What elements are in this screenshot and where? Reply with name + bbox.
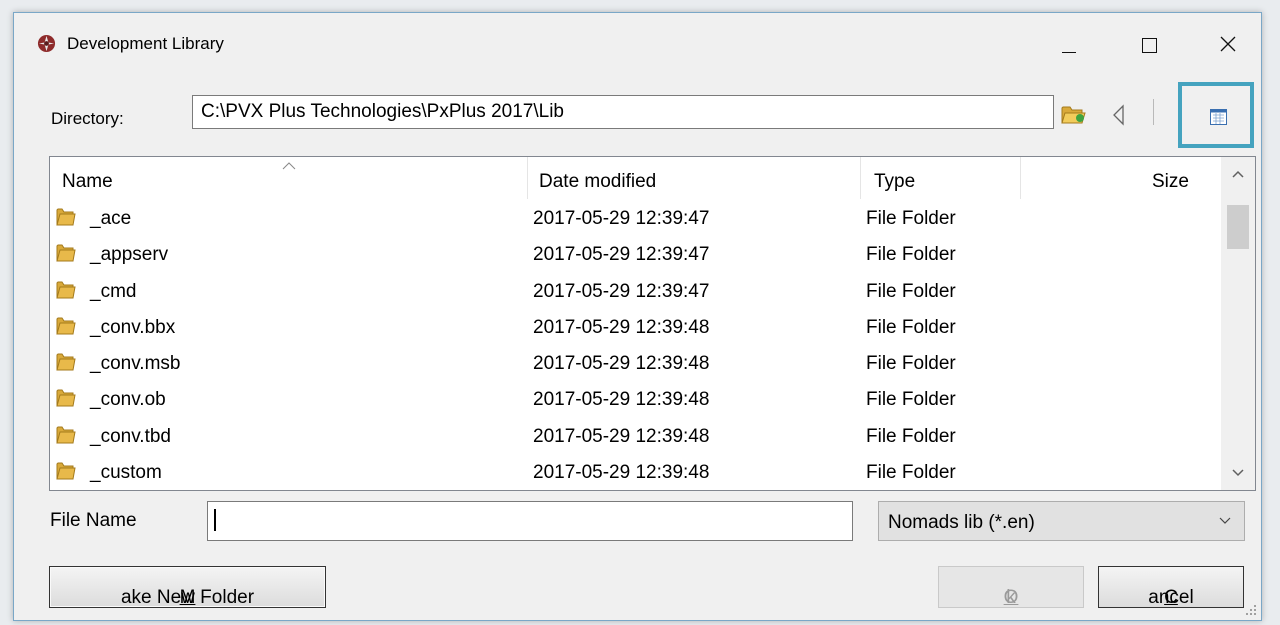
list-item[interactable]: _conv.tbd 2017-05-29 12:39:48 File Folder <box>50 419 1220 455</box>
window-title: Development Library <box>67 34 224 53</box>
item-date-modified: 2017-05-29 12:39:48 <box>533 462 710 484</box>
scrollbar-thumb[interactable] <box>1227 205 1249 249</box>
details-view-button[interactable] <box>1178 82 1254 148</box>
development-library-dialog: Development Library Directory: Name <box>13 12 1262 621</box>
item-type: File Folder <box>866 244 956 266</box>
list-item[interactable]: _conv.bbx 2017-05-29 12:39:48 File Folder <box>50 310 1220 346</box>
folder-icon <box>56 462 76 480</box>
item-name: _appserv <box>90 244 169 266</box>
pvx-app-icon <box>37 34 56 53</box>
file-list[interactable]: Name Date modified Type Size _ace 2017-05… <box>49 156 1256 491</box>
column-header-date-modified[interactable]: Date modified <box>539 171 656 193</box>
file-type-filter-select[interactable]: Nomads lib (*.en) <box>878 501 1245 541</box>
list-rows: _ace 2017-05-29 12:39:47 File Folder _appse… <box>50 201 1220 490</box>
minimize-icon <box>1062 52 1076 53</box>
directory-input[interactable] <box>192 95 1054 129</box>
title-bar[interactable]: Development Library <box>14 13 1261 71</box>
column-header-size[interactable]: Size <box>1152 171 1189 193</box>
folder-icon <box>56 389 76 407</box>
maximize-button[interactable] <box>1116 19 1182 69</box>
make-new-folder-label: ake New Folder <box>120 587 255 608</box>
minimize-button[interactable] <box>1034 19 1100 69</box>
back-triangle-icon[interactable] <box>1108 101 1130 129</box>
ok-button[interactable]: Ok <box>938 566 1084 608</box>
item-date-modified: 2017-05-29 12:39:48 <box>533 353 710 375</box>
item-type: File Folder <box>866 389 956 411</box>
list-item[interactable]: _conv.msb 2017-05-29 12:39:48 File Folder <box>50 346 1220 382</box>
resize-grip-icon[interactable] <box>1245 604 1257 616</box>
item-name: _conv.bbx <box>90 316 176 338</box>
folder-icon <box>56 353 76 371</box>
file-name-input[interactable] <box>207 501 853 541</box>
folder-open-icon[interactable] <box>1060 101 1088 127</box>
item-type: File Folder <box>866 208 956 229</box>
make-new-folder-button[interactable]: Make New Folder <box>49 566 326 608</box>
chevron-down-icon <box>1219 517 1231 524</box>
column-header-type[interactable]: Type <box>874 171 915 193</box>
filter-selected-value: Nomads lib (*.en) <box>888 512 1035 533</box>
ok-label: k <box>1006 587 1016 608</box>
folder-icon <box>56 317 76 335</box>
folder-icon <box>56 208 76 226</box>
item-date-modified: 2017-05-29 12:39:48 <box>533 425 710 447</box>
close-button[interactable] <box>1195 19 1261 69</box>
list-header: Name Date modified Type Size <box>50 157 1220 199</box>
cancel-label: ancel <box>1148 587 1194 608</box>
details-view-icon <box>1210 109 1227 125</box>
item-name: _ace <box>90 208 132 229</box>
sort-ascending-icon <box>282 162 296 170</box>
item-type: File Folder <box>866 353 956 375</box>
directory-label: Directory: <box>51 109 124 128</box>
item-name: _conv.ob <box>90 389 166 411</box>
column-divider[interactable] <box>1020 157 1021 199</box>
scroll-down-icon[interactable] <box>1221 456 1255 490</box>
item-date-modified: 2017-05-29 12:39:47 <box>533 208 710 229</box>
item-date-modified: 2017-05-29 12:39:47 <box>533 280 710 302</box>
item-type: File Folder <box>866 425 956 447</box>
list-item[interactable]: _ace 2017-05-29 12:39:47 File Folder <box>50 201 1220 237</box>
item-type: File Folder <box>866 462 956 484</box>
vertical-scrollbar[interactable] <box>1221 157 1255 490</box>
column-divider[interactable] <box>527 157 528 199</box>
list-item[interactable]: _cmd 2017-05-29 12:39:47 File Folder <box>50 274 1220 310</box>
item-date-modified: 2017-05-29 12:39:48 <box>533 389 710 411</box>
list-item[interactable]: _custom 2017-05-29 12:39:48 File Folder <box>50 455 1220 490</box>
item-name: _custom <box>90 462 162 484</box>
folder-icon <box>56 281 76 299</box>
cancel-button[interactable]: Cancel <box>1098 566 1244 608</box>
column-header-name[interactable]: Name <box>62 171 113 193</box>
item-name: _conv.tbd <box>90 425 171 447</box>
column-divider[interactable] <box>860 157 861 199</box>
item-date-modified: 2017-05-29 12:39:47 <box>533 244 710 266</box>
scroll-up-icon[interactable] <box>1221 157 1255 191</box>
item-name: _conv.msb <box>90 353 181 375</box>
item-type: File Folder <box>866 280 956 302</box>
item-type: File Folder <box>866 316 956 338</box>
file-name-label: File Name <box>50 510 137 531</box>
toolbar-separator <box>1153 99 1154 125</box>
item-name: _cmd <box>90 280 137 302</box>
item-date-modified: 2017-05-29 12:39:48 <box>533 316 710 338</box>
list-item[interactable]: _conv.ob 2017-05-29 12:39:48 File Folder <box>50 382 1220 418</box>
close-icon <box>1220 36 1236 52</box>
text-caret <box>214 509 216 531</box>
folder-icon <box>56 426 76 444</box>
list-item[interactable]: _appserv 2017-05-29 12:39:47 File Folder <box>50 237 1220 273</box>
folder-icon <box>56 244 76 262</box>
maximize-icon <box>1142 38 1157 53</box>
